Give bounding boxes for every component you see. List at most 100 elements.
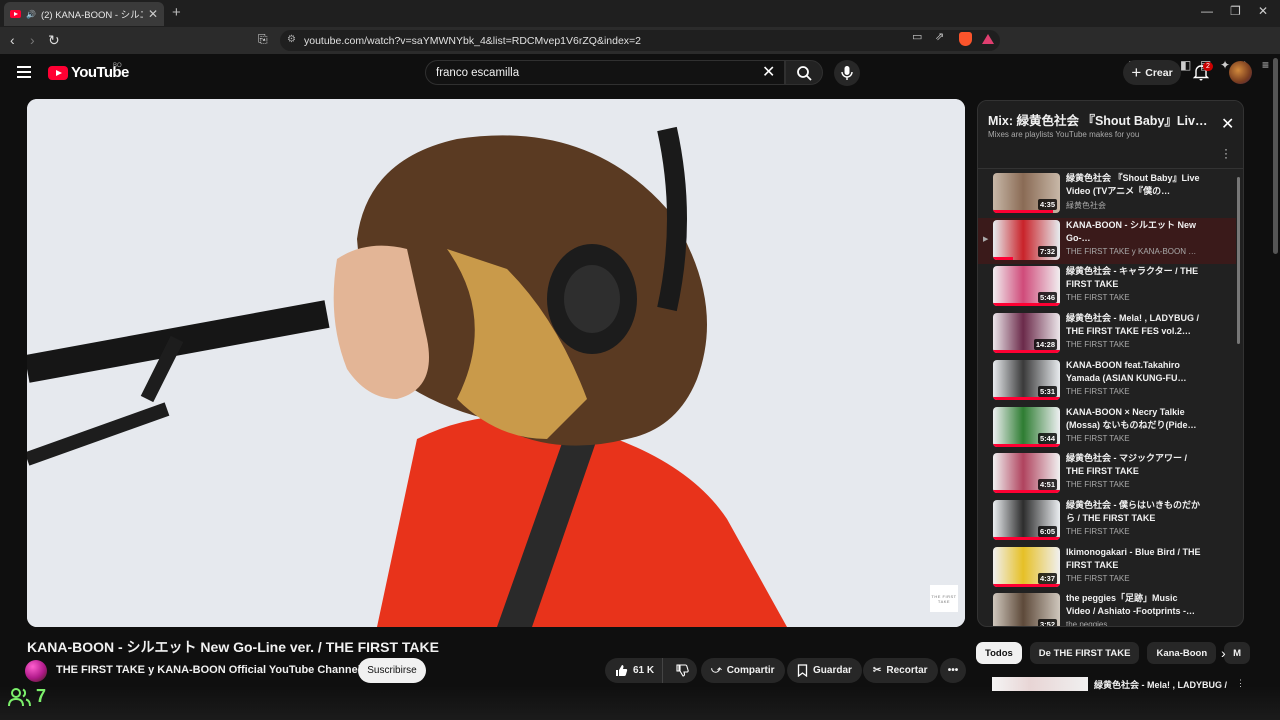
playlist-thumbnail[interactable]: 4:35 <box>993 173 1060 213</box>
playlist-item-title: KANA-BOON × Necry Talkie (Mossa) ないものねだり… <box>1066 406 1197 430</box>
playlist-thumbnail[interactable]: 4:51 <box>993 453 1060 494</box>
account-avatar[interactable] <box>1229 61 1252 84</box>
brave-shields-icon[interactable] <box>959 32 972 46</box>
browser-tab[interactable]: 🔊 (2) KANA-BOON - シルエット N ✕ <box>4 2 164 26</box>
close-playlist-icon[interactable]: ✕ <box>1221 114 1234 134</box>
more-actions-button[interactable]: ••• <box>940 658 966 683</box>
playlist-item-channel: the peggies <box>1066 620 1108 627</box>
tab-title: (2) KANA-BOON - シルエット N <box>40 10 143 21</box>
playlist-title[interactable]: Mix: 緑黄色社会 『Shout Baby』Live Video <box>988 110 1213 129</box>
share-page-icon[interactable]: ⇗ <box>935 30 944 43</box>
page-scrollbar[interactable] <box>1273 58 1278 254</box>
video-duration: 4:35 <box>1037 199 1057 210</box>
browser-toolbar: ‹ › ↻ ⎘ ⚙ youtube.com/watch?v=saYMWNYbk_… <box>0 27 1280 72</box>
menu-icon[interactable]: ≡ <box>1262 58 1269 72</box>
playlist-item[interactable]: 5:46 緑黄色社会 - キャラクター / THE FIRST TAKE THE F… <box>978 264 1236 310</box>
video-frame-image <box>27 99 965 627</box>
close-window-icon[interactable]: ✕ <box>1258 4 1268 18</box>
channel-name[interactable]: THE FIRST TAKE y KANA-BOON Official YouT… <box>56 664 374 676</box>
recommendation-chips: Todos De THE FIRST TAKE Kana-Boon M <box>976 642 1251 664</box>
clip-label: Recortar <box>886 665 928 676</box>
playlist-subtitle: Mixes are playlists YouTube makes for yo… <box>988 130 1140 139</box>
watch-progress-bar <box>993 303 1060 307</box>
reader-icon[interactable]: ◧ <box>1180 58 1191 72</box>
playlist-item[interactable]: 14:28 緑黄色社会 - Mela! , LADYBUG / THE FIRST… <box>978 311 1236 357</box>
playlist-item[interactable]: 6:05 緑黄色社会 - 僕らはいきものだから / THE FIRST TAKE T… <box>978 498 1236 544</box>
playlist-thumbnail[interactable]: 7:32 <box>993 219 1060 260</box>
playlist-item[interactable]: ▶ 7:32 KANA-BOON - シルエット New Go-… THE FIRST… <box>978 217 1236 264</box>
voice-search-button[interactable] <box>834 60 860 86</box>
playlist-item[interactable]: 4:37 Ikimonogakari - Blue Bird / THE FIRS… <box>978 545 1236 591</box>
playlist-item-channel: THE FIRST TAKE <box>1066 526 1130 536</box>
channel-avatar[interactable] <box>25 660 47 682</box>
save-button[interactable]: Guardar <box>787 658 862 683</box>
bookmark-icon[interactable]: ⎘ <box>258 32 268 47</box>
address-bar[interactable]: ⚙ youtube.com/watch?v=saYMWNYbk_4&list=R… <box>280 30 1000 51</box>
subscribe-button[interactable]: Suscribirse <box>358 658 426 683</box>
playlist-item[interactable]: 5:44 KANA-BOON × Necry Talkie (Mossa) ないも… <box>978 405 1236 451</box>
video-title: KANA-BOON - シルエット New Go-Line ver. / THE… <box>27 639 439 655</box>
playlist-item-title: 緑黄色社会 - 僕らはいきものだから / THE FIRST TAKE <box>1066 499 1200 523</box>
like-button[interactable]: 61 K <box>605 658 664 683</box>
clear-search-icon[interactable]: ✕ <box>762 62 775 82</box>
guide-menu-icon[interactable] <box>17 66 31 81</box>
video-watermark: THE FIRST TAKE <box>930 585 958 612</box>
video-duration: 3:52 <box>1037 619 1057 626</box>
playlist-header: Mix: 緑黄色社会 『Shout Baby』Live Video Mixes … <box>978 101 1243 169</box>
video-duration: 14:28 <box>1033 339 1057 351</box>
playlist-item[interactable]: 3:52 the peggies「足跡」Music Video / Ashiato… <box>978 591 1236 627</box>
playlist-item-channel: 緑黄色社会 <box>1066 201 1106 210</box>
reload-icon[interactable]: ↻ <box>48 32 60 49</box>
back-icon[interactable]: ‹ <box>10 32 15 48</box>
playlist-thumbnail[interactable]: 14:28 <box>993 313 1060 354</box>
recommendation-thumbnail[interactable] <box>992 677 1088 691</box>
playlist-thumbnail[interactable]: 5:44 <box>993 406 1060 447</box>
watch-progress-bar <box>993 443 1060 447</box>
filter-chip[interactable]: Todos <box>976 642 1022 664</box>
video-duration: 5:31 <box>1037 385 1057 397</box>
share-button[interactable]: ⤻ Compartir <box>701 658 785 683</box>
search-input[interactable]: franco escamilla <box>425 60 785 85</box>
playlist-item-channel: THE FIRST TAKE y KANA-BOON … <box>1066 246 1197 256</box>
minimize-icon[interactable]: — <box>1201 4 1213 18</box>
playlist-thumbnail[interactable]: 5:31 <box>993 359 1060 400</box>
playlist-thumbnail[interactable]: 4:37 <box>993 546 1060 587</box>
playlist-thumbnail[interactable]: 5:46 <box>993 266 1060 307</box>
cast-icon[interactable]: ▭ <box>912 30 922 43</box>
create-button[interactable]: + Crear <box>1123 60 1181 85</box>
more-vertical-icon[interactable]: · · · <box>1224 143 1228 163</box>
filter-chip[interactable]: Kana-Boon <box>1147 642 1217 664</box>
dislike-button[interactable] <box>668 658 697 683</box>
playlist-thumbnail[interactable]: 6:05 <box>993 499 1060 540</box>
forward-icon[interactable]: › <box>30 32 35 48</box>
playlist-item-title: KANA-BOON feat.Takahiro Yamada (ASIAN KU… <box>1066 359 1187 383</box>
playlist-item[interactable]: 5:31 KANA-BOON feat.Takahiro Yamada (ASIA… <box>978 358 1236 404</box>
close-tab-icon[interactable]: ✕ <box>148 7 158 21</box>
watch-progress-bar <box>993 536 1060 540</box>
browser-tab-strip: 🔊 (2) KANA-BOON - シルエット N ✕ + — ❐ ✕ <box>0 0 1280 27</box>
new-tab-icon[interactable]: + <box>172 4 181 21</box>
recommendation-more-icon[interactable]: ⋮ <box>1236 678 1245 689</box>
playlist-item-channel: THE FIRST TAKE <box>1066 480 1130 490</box>
filter-chip[interactable]: De THE FIRST TAKE <box>1029 642 1140 664</box>
playlist-scrollbar[interactable] <box>1237 177 1240 344</box>
playlist-item[interactable]: 4:35 緑黄色社会 『Shout Baby』Live Video (TVアニメ『… <box>978 171 1236 217</box>
video-player[interactable] <box>27 99 965 627</box>
chips-next-icon[interactable]: › <box>1221 645 1226 661</box>
restore-icon[interactable]: ❐ <box>1230 4 1241 18</box>
audio-playing-icon[interactable]: 🔊 <box>26 10 36 19</box>
search-button[interactable] <box>785 60 823 85</box>
url-text: youtube.com/watch?v=saYMWNYbk_4&list=RDC… <box>304 34 642 47</box>
video-duration: 6:05 <box>1037 525 1057 537</box>
filter-chip[interactable]: M <box>1224 642 1251 664</box>
video-duration: 5:44 <box>1037 432 1057 444</box>
playlist-thumbnail[interactable]: 3:52 <box>993 593 1060 626</box>
playlist-item[interactable]: 4:51 緑黄色社会 - マジックアワー / THE FIRST TAKE THE … <box>978 451 1236 497</box>
playlist-item-title: 緑黄色社会 - マジックアワー / THE FIRST TAKE <box>1066 453 1187 477</box>
bookmark-save-icon <box>797 664 808 677</box>
microphone-icon <box>841 66 853 80</box>
recommendation-title[interactable]: 緑黄色社会 - Mela! , LADYBUG / <box>1094 678 1229 691</box>
clip-button[interactable]: ✂ Recortar <box>863 658 938 683</box>
brave-rewards-icon[interactable] <box>982 34 994 44</box>
site-info-icon[interactable]: ⚙ <box>287 34 296 45</box>
